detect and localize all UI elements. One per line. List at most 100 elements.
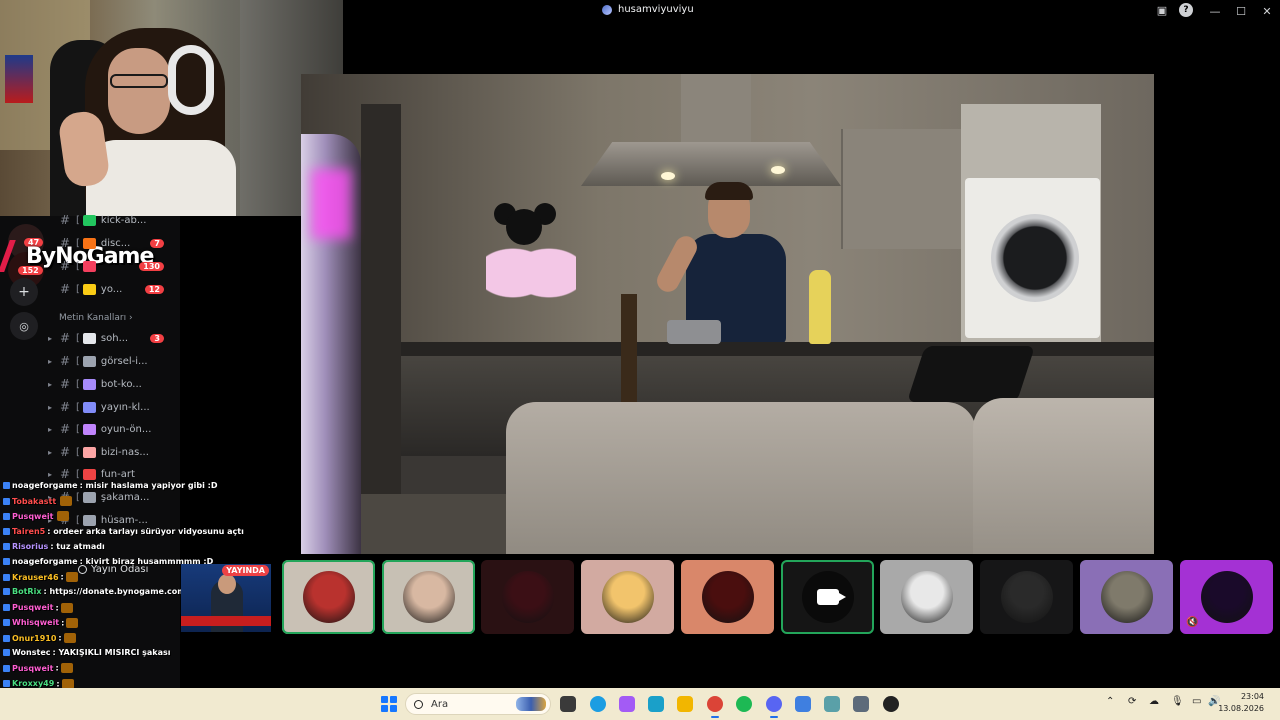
tray-overflow-icon[interactable]: ⌃ [1106, 696, 1114, 707]
chat-text: : ordeer arka tarlayı sürüyor vidyosunu … [47, 526, 244, 536]
bracket-glyph: [ [76, 332, 80, 344]
explore-icon[interactable]: ◎ [10, 312, 38, 340]
emote-icon [60, 663, 73, 674]
task-view-icon[interactable] [560, 696, 576, 712]
spotify-icon[interactable] [736, 696, 752, 712]
chat-overlay: noageforgame: misir haslama yapiyor gibi… [0, 465, 244, 720]
search-highlight-icon [516, 697, 546, 711]
participant-tile[interactable] [382, 560, 475, 634]
category-label[interactable]: Metin Kanalları › [59, 313, 133, 323]
platform-icon [3, 680, 10, 688]
participant-tile[interactable]: 🔇 [1180, 560, 1273, 634]
voice-room-label: Yayın Odası [91, 563, 149, 575]
copilot-icon[interactable] [619, 696, 635, 712]
participant-tile[interactable] [581, 560, 674, 634]
unread-badge: 3 [150, 333, 164, 343]
minimize-button[interactable]: — [1202, 0, 1228, 22]
store-icon[interactable] [648, 696, 664, 712]
chevron-right-icon: ▸ [48, 379, 53, 389]
app-diamond-icon[interactable] [824, 696, 840, 712]
platform-icon [3, 619, 10, 627]
maximize-button[interactable]: ☐ [1228, 0, 1254, 22]
channel-emoji-icon [82, 283, 96, 295]
voice-room[interactable]: Yayın Odası [78, 562, 178, 576]
help-icon[interactable]: ? [1179, 3, 1193, 17]
live-badge: YAYINDA [222, 565, 269, 576]
participant-tile[interactable] [282, 560, 375, 634]
main-stream-video[interactable] [301, 74, 1154, 554]
chat-message: Onur1910: [3, 633, 76, 643]
inbox-icon[interactable]: ▣ [1155, 3, 1169, 17]
bracket-glyph: [ [76, 355, 80, 367]
chat-text: : misir haslama yapiyor gibi :D [79, 481, 218, 490]
chrome-icon[interactable] [707, 696, 723, 712]
chevron-right-icon: ▸ [48, 424, 53, 434]
participant-tile[interactable] [681, 560, 774, 634]
obs-icon[interactable] [883, 696, 899, 712]
app-c-icon[interactable] [795, 696, 811, 712]
channel-name: soh... [100, 332, 129, 344]
taskbar-search[interactable]: Ara [405, 693, 551, 715]
participant-tile[interactable] [980, 560, 1073, 634]
microphone-icon[interactable]: 🎙 [1171, 696, 1184, 707]
channel-item[interactable]: ▸ # [soh... 3 [48, 329, 178, 347]
taskbar-clock[interactable]: 23:04 13.08.2026 [1218, 691, 1264, 715]
chat-message: Pusqweit [3, 511, 70, 522]
hash-icon: # [60, 400, 71, 414]
platform-icon [3, 497, 10, 505]
unread-badge: 7 [150, 238, 164, 248]
participant-tile[interactable] [481, 560, 574, 634]
channel-item[interactable]: ▸ # [bot-ko... [48, 375, 178, 393]
unread-badge: 12 [144, 284, 164, 294]
bracket-glyph: [ [76, 446, 80, 458]
participant-tile[interactable] [1080, 560, 1173, 634]
close-button[interactable]: ✕ [1254, 0, 1280, 22]
channel-item[interactable]: # [yo... 12 [48, 280, 178, 298]
avatar [402, 571, 455, 623]
channel-item[interactable]: # [130 [48, 257, 178, 275]
platform-icon [3, 558, 10, 565]
oil-bottle [809, 270, 831, 344]
live-stream-tile[interactable]: YAYINDA [181, 564, 271, 632]
participant-tile[interactable] [781, 560, 874, 634]
channel-item[interactable]: ▸ # [görsel-i... [48, 352, 178, 370]
avatar [701, 571, 754, 623]
chevron-right-icon: ▸ [48, 356, 53, 366]
avatar [1000, 571, 1053, 623]
file-explorer-icon[interactable] [677, 696, 693, 712]
start-button[interactable] [381, 696, 397, 712]
channel-name: yo... [100, 283, 123, 295]
chat-message: noageforgame: misir haslama yapiyor gibi… [3, 481, 217, 490]
headphones [168, 45, 214, 115]
platform-icon [3, 588, 10, 596]
hash-icon: # [60, 331, 71, 345]
chevron-right-icon: ▸ [48, 402, 53, 412]
network-icon[interactable]: ▭ [1192, 696, 1201, 707]
add-server-icon[interactable]: + [10, 278, 38, 306]
emote-icon [65, 572, 78, 583]
channel-item[interactable]: # [kick-ab... [48, 211, 178, 229]
onedrive-icon[interactable]: ☁ [1149, 696, 1159, 707]
emote-icon [57, 511, 70, 522]
webcam-overlay [0, 0, 343, 216]
channel-item[interactable]: ▸ # [bizi-nas... [48, 443, 178, 461]
platform-icon [3, 649, 10, 657]
channel-item[interactable]: # [disc... 7 [48, 234, 178, 252]
channel-name: bot-ko... [100, 378, 142, 390]
channel-item[interactable]: ▸ # [oyun-ön... [48, 420, 178, 438]
chat-text: : [58, 633, 62, 643]
settings-icon[interactable] [853, 696, 869, 712]
hash-icon: # [60, 236, 71, 250]
chat-username: Pusqweit [12, 663, 54, 673]
active-app-indicator [711, 716, 719, 718]
channel-item[interactable]: ▸ # [yayın-kl... [48, 398, 178, 416]
channel-name: disc... [100, 237, 131, 249]
muted-mic-icon: 🔇 [1186, 617, 1199, 628]
channel-name: kick-ab... [100, 214, 147, 226]
participant-tile[interactable] [880, 560, 973, 634]
chat-message: Pusqweit: [3, 602, 73, 613]
discord-icon[interactable] [766, 696, 782, 712]
edge-icon[interactable] [590, 696, 606, 712]
channel-emoji-icon [82, 332, 96, 344]
tray-app-icon[interactable]: ⟳ [1128, 696, 1136, 707]
